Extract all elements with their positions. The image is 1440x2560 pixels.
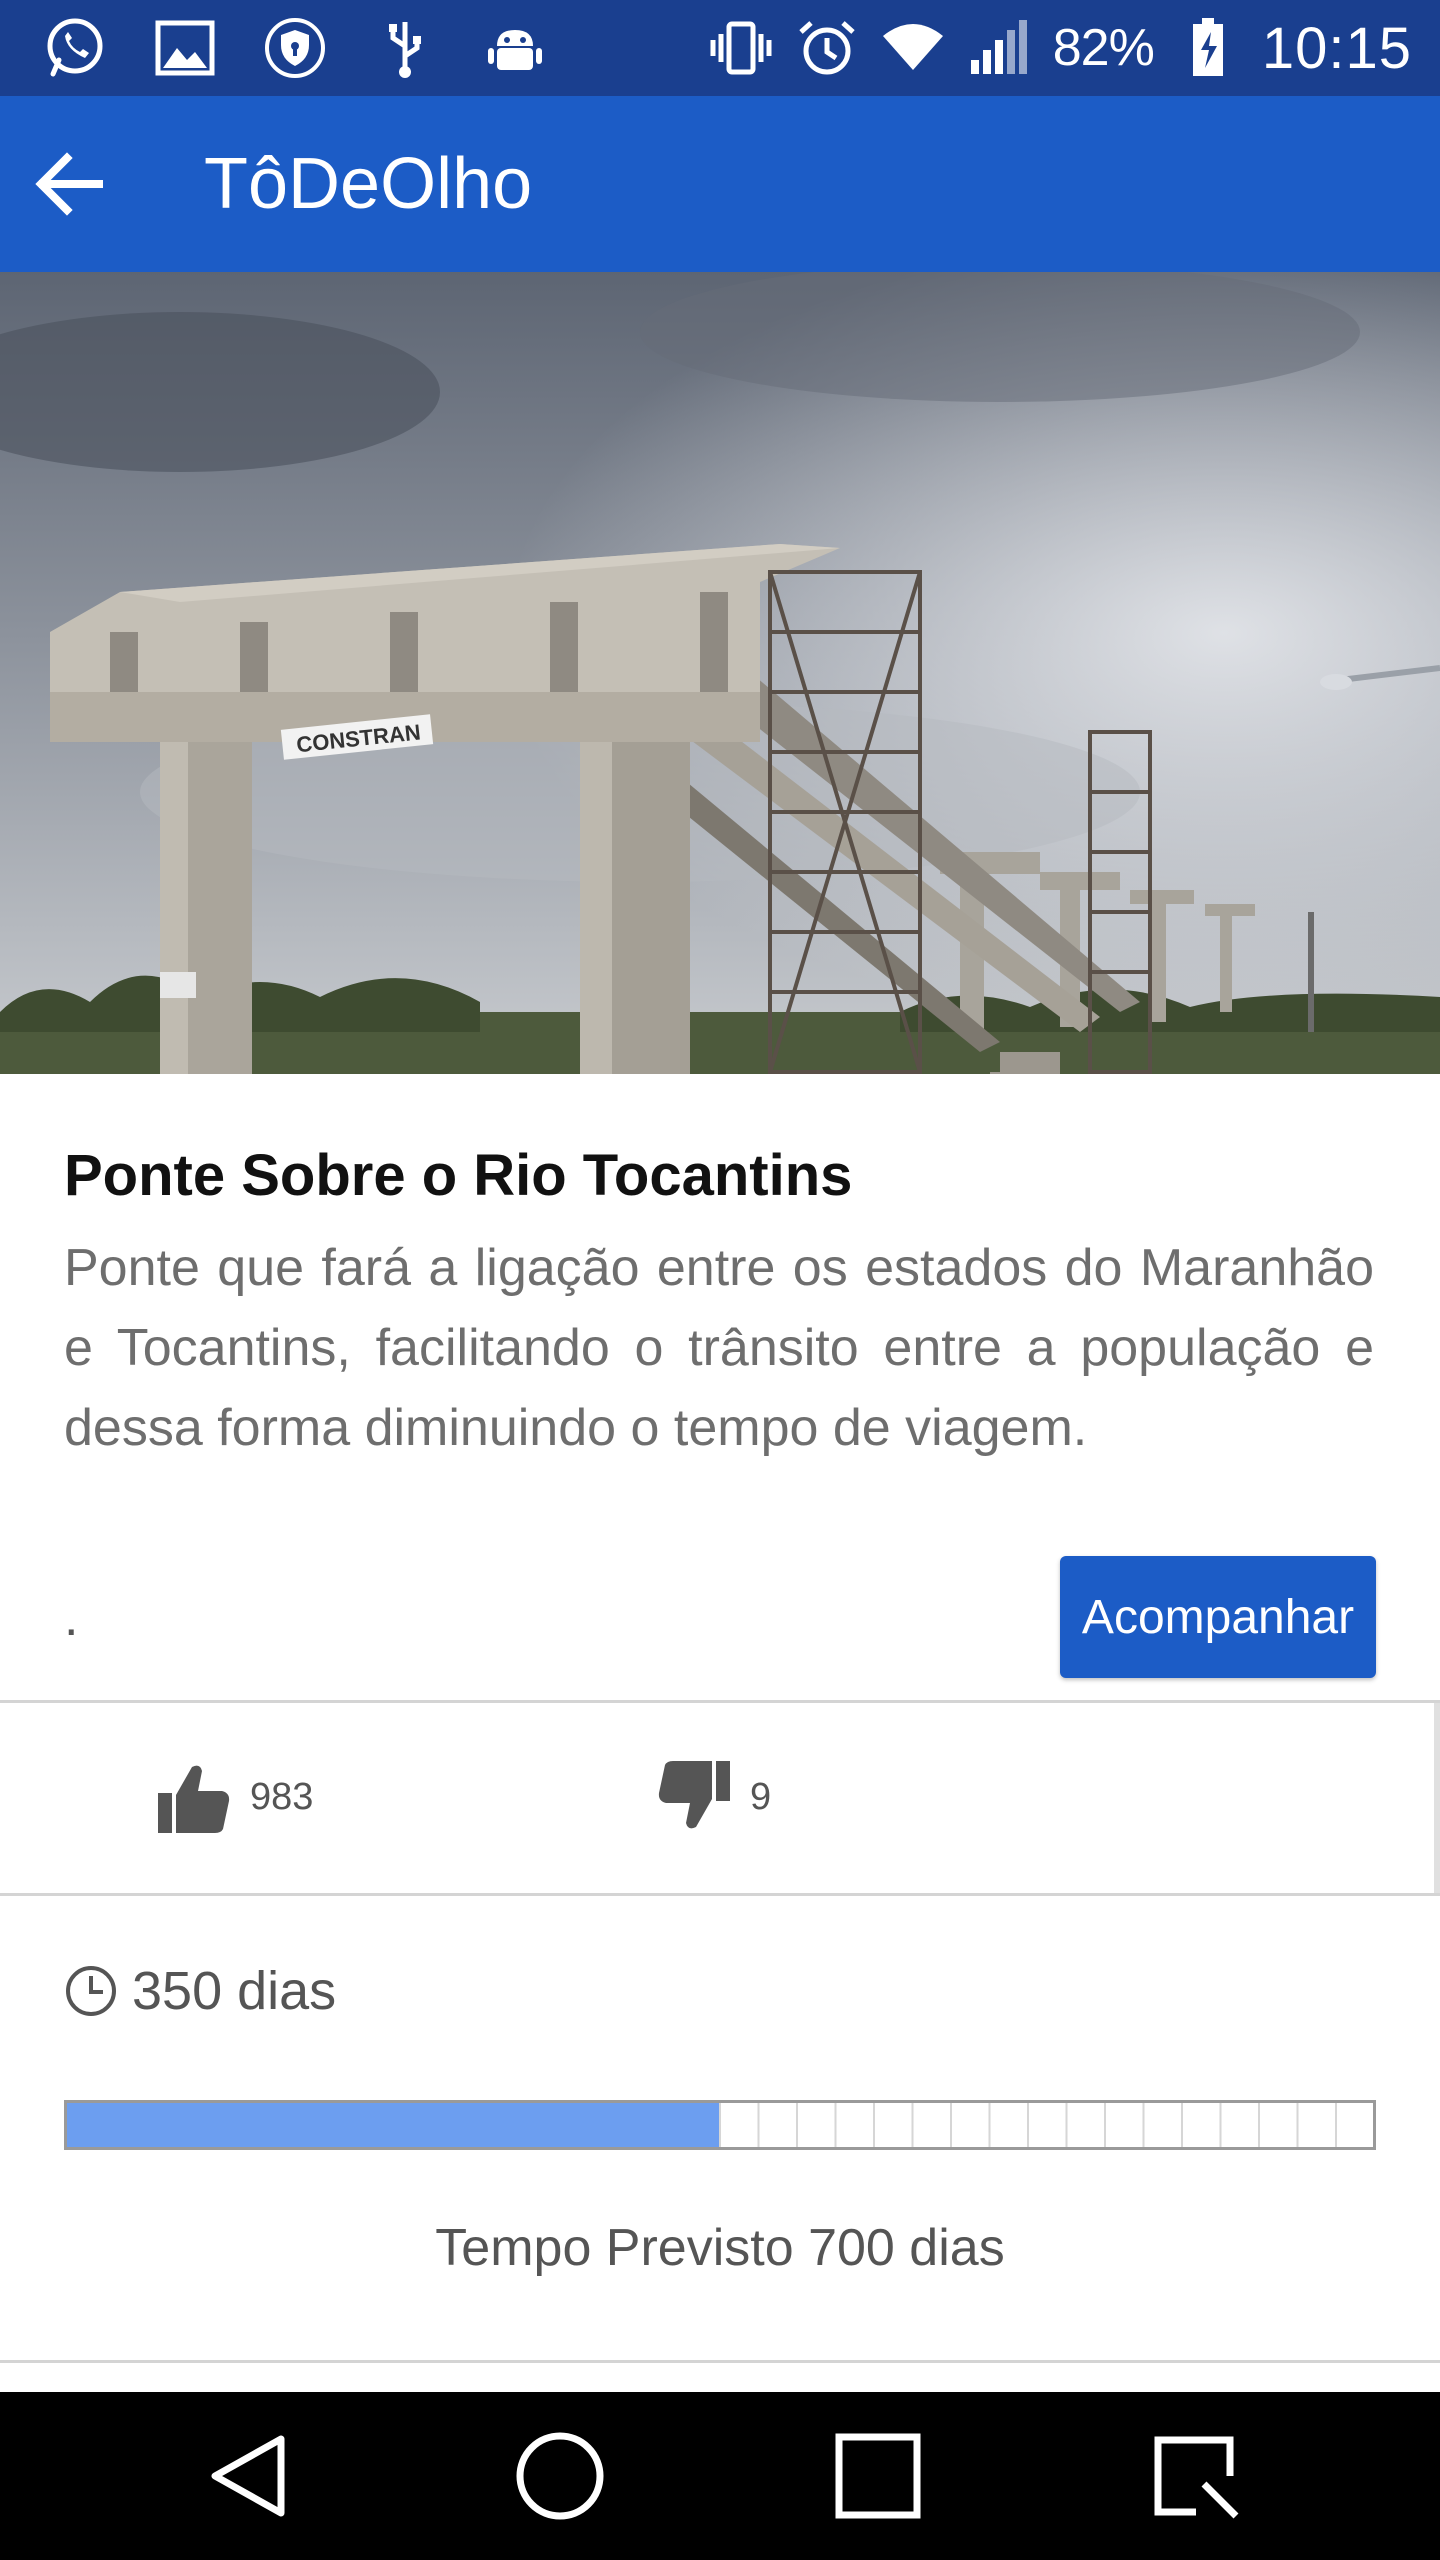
time-progress-section: 350 dias Tempo Previsto 700 dias — [0, 1896, 1440, 2360]
thumbs-up-icon — [158, 1765, 230, 1833]
project-card: Ponte Sobre o Rio Tocantins Ponte que fa… — [0, 1078, 1440, 1700]
arrow-back-icon — [35, 152, 103, 216]
app-bar: TôDeOlho — [0, 96, 1440, 272]
status-bar: 82% 10:15 — [0, 0, 1440, 96]
dislike-button[interactable]: 9 — [656, 1747, 771, 1847]
elapsed-time: 350 dias — [64, 1960, 336, 2022]
project-extra: . — [64, 1589, 79, 1647]
notification-icons — [40, 16, 550, 80]
nav-recents-button[interactable] — [822, 2420, 934, 2532]
nav-screenshot-icon — [1154, 2436, 1239, 2519]
app-title: TôDeOlho — [204, 144, 533, 224]
nav-back-button[interactable] — [192, 2420, 304, 2532]
signal-icon — [967, 16, 1031, 80]
nav-home-button[interactable] — [504, 2420, 616, 2532]
usb-icon — [370, 16, 440, 80]
progress-segments — [719, 2103, 1337, 2147]
like-count: 983 — [250, 1775, 314, 1818]
follow-button[interactable]: Acompanhar — [1060, 1556, 1376, 1678]
alarm-icon — [795, 16, 859, 80]
project-description: Ponte que fará a ligação entre os estado… — [64, 1239, 1374, 1457]
elapsed-days: 350 dias — [132, 1961, 337, 2021]
nav-recents-icon — [835, 2433, 921, 2519]
status-time: 10:15 — [1261, 15, 1412, 81]
system-status: 82% 10:15 — [709, 0, 1412, 96]
battery-percent: 82% — [1052, 19, 1155, 77]
system-nav-bar — [0, 2392, 1440, 2560]
back-button[interactable] — [24, 140, 112, 228]
vote-bar: 983 9 — [0, 1703, 1440, 1893]
nav-back-icon — [211, 2435, 285, 2517]
android-icon — [480, 16, 550, 80]
shield-icon — [260, 16, 330, 80]
vote-strip-edge — [1434, 1703, 1440, 1893]
clock-icon — [66, 1966, 116, 2016]
progress-bar — [64, 2100, 1376, 2150]
project-photo: CONSTRAN — [0, 272, 1440, 1074]
divider — [0, 2360, 1440, 2363]
vibrate-icon — [709, 16, 773, 80]
nav-home-icon — [516, 2432, 604, 2520]
thumbs-down-icon — [658, 1761, 730, 1829]
gallery-icon — [150, 16, 220, 80]
wifi-icon — [881, 16, 945, 80]
project-title: Ponte Sobre o Rio Tocantins — [64, 1143, 853, 1208]
planned-time: Tempo Previsto 700 dias — [435, 2219, 1005, 2277]
battery-charging-icon — [1176, 16, 1240, 80]
like-button[interactable]: 983 — [156, 1747, 313, 1847]
nav-screenshot-button[interactable] — [1140, 2420, 1252, 2532]
dislike-count: 9 — [750, 1775, 772, 1818]
whatsapp-icon — [40, 16, 110, 80]
